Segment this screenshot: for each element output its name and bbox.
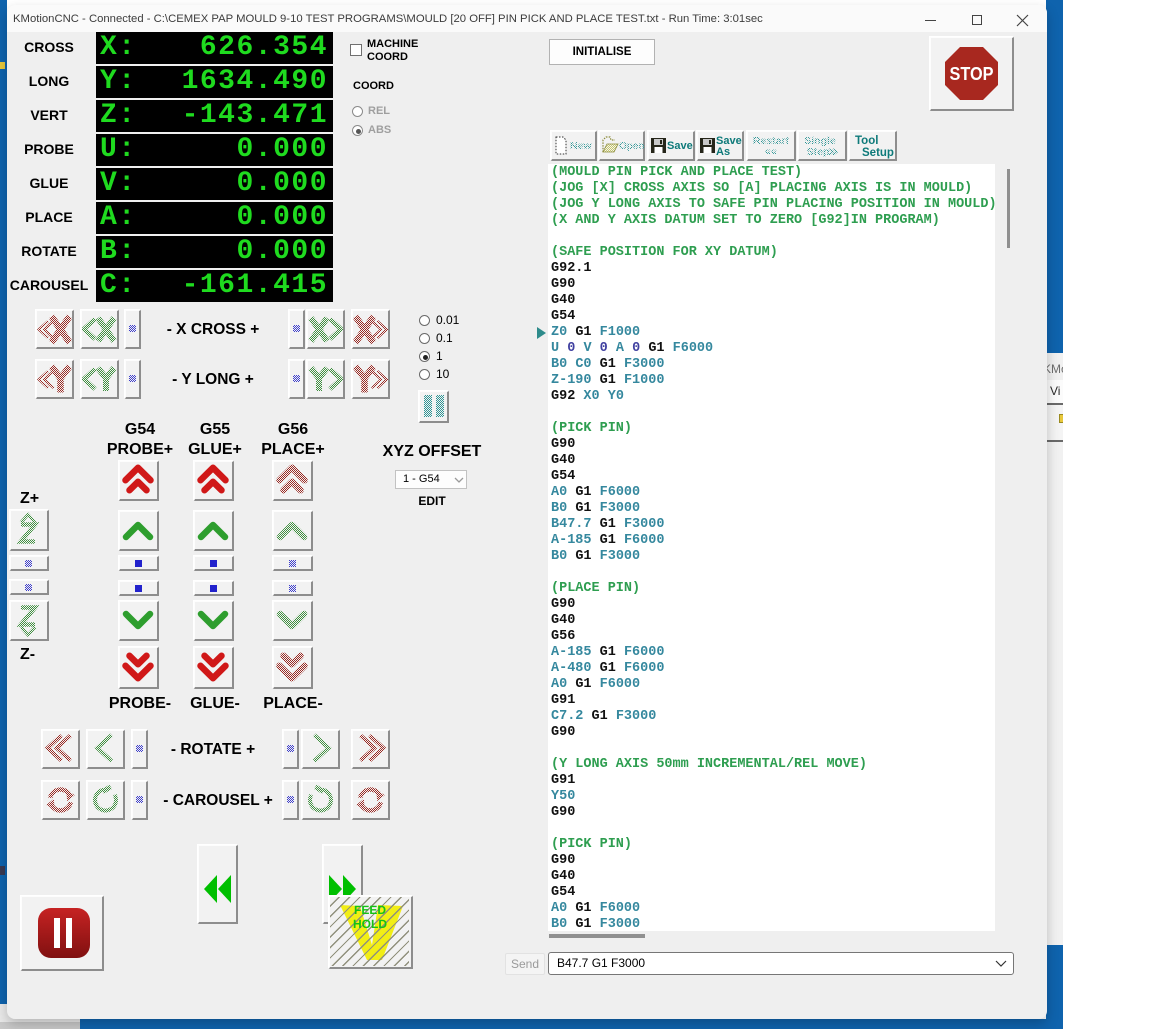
svg-text:HOLD: HOLD	[353, 917, 387, 931]
svg-text:Tool: Tool	[855, 135, 878, 147]
svg-text:Step: Step	[807, 146, 830, 158]
svg-text:STOP: STOP	[950, 64, 994, 84]
svg-text:Setup: Setup	[862, 147, 894, 159]
svg-text:As: As	[716, 146, 730, 158]
svg-text:Open: Open	[619, 141, 644, 152]
svg-text:FEED: FEED	[354, 903, 386, 917]
svg-text:New: New	[570, 140, 592, 152]
svg-text:««: ««	[765, 146, 777, 158]
svg-text:Save: Save	[667, 140, 693, 152]
